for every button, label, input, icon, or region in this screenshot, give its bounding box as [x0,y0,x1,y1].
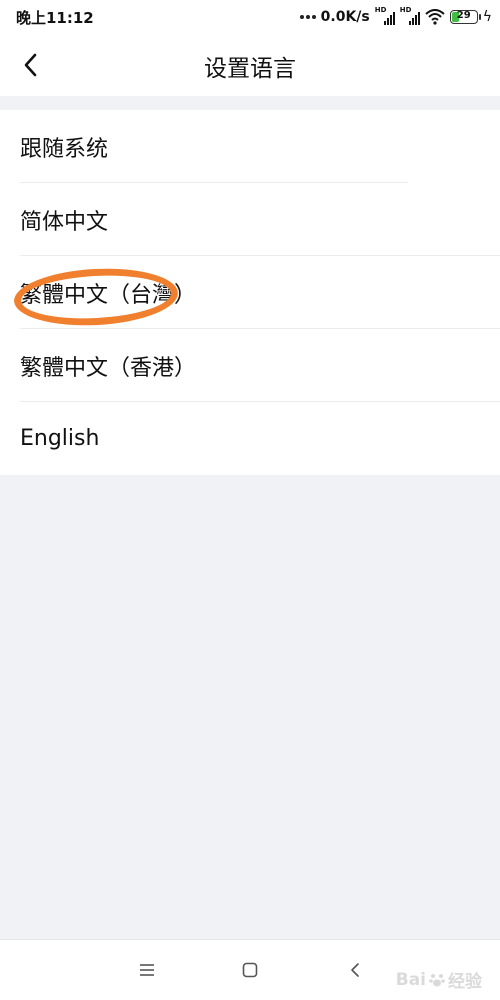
language-option-label: 简体中文 [20,209,109,235]
watermark-suffix: 经验 [448,972,482,992]
app-header: 设置语言 [0,34,500,96]
baidu-watermark: Bai 经验 [395,967,482,993]
language-option-follow-system[interactable]: 跟随系统 [0,110,500,183]
watermark-text: Bai [395,969,426,990]
nav-home-button[interactable] [236,956,264,984]
nav-back-button[interactable] [341,956,369,984]
status-icons: 0.0K/s HD HD 29 ϟ [299,6,492,28]
paw-icon [429,973,445,986]
dots-icon [299,15,316,19]
net-speed: 0.0K/s [320,9,370,25]
battery-percent: 29 [456,10,471,21]
charging-icon: ϟ [482,9,492,25]
language-option-traditional-chinese-hongkong[interactable]: 繁體中文（香港） [0,329,500,402]
status-time: 晚上11:12 [16,9,94,27]
signal-icon-2: HD [400,6,420,26]
signal-icon: HD [375,6,395,26]
language-option-simplified-chinese[interactable]: 简体中文 [0,183,500,256]
system-nav-bar: Bai 经验 [0,939,500,1000]
language-option-label: English [20,426,100,451]
home-square-icon [242,962,258,978]
language-option-english[interactable]: English [0,402,500,475]
language-option-label: 繁體中文（香港） [20,355,197,381]
nav-menu-button[interactable] [133,956,161,984]
wifi-icon [425,9,445,25]
language-option-label: 跟随系统 [20,136,109,162]
status-bar: 晚上11:12 0.0K/s HD HD 29 ϟ [0,0,500,34]
battery-icon: 29 [449,10,481,24]
page-title: 设置语言 [204,56,296,82]
language-option-label: 繁體中文（台灣） [20,282,197,308]
menu-icon [140,964,154,976]
language-option-traditional-chinese-taiwan[interactable]: 繁體中文（台灣） [0,256,500,329]
back-arrow-icon [351,963,359,977]
language-list: 跟随系统 简体中文 繁體中文（台灣） 繁體中文（香港） English [0,110,500,475]
